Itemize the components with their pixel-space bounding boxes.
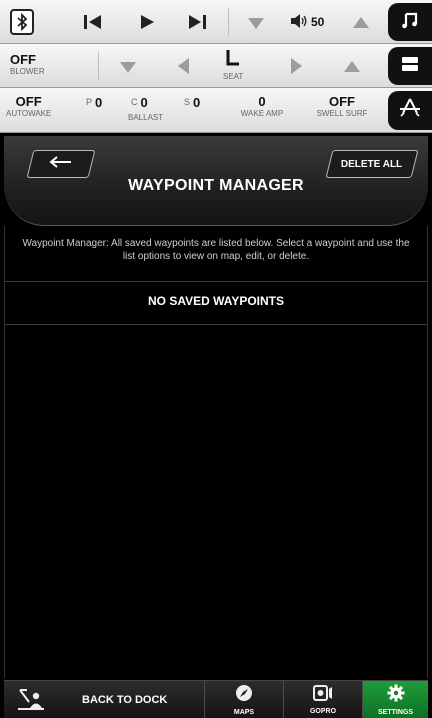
divider (4, 324, 428, 325)
back-to-dock-button[interactable]: BACK TO DOCK (4, 681, 204, 718)
blower-down-icon[interactable] (117, 58, 139, 76)
speaker-icon (289, 10, 309, 32)
divider (228, 8, 229, 36)
blower-up-icon[interactable] (341, 57, 363, 75)
wake-wave-icon (398, 97, 422, 124)
ballast-port[interactable]: P 0 (86, 94, 102, 110)
delete-all-label: DELETE ALL (341, 158, 403, 170)
maps-label: MAPS (233, 709, 255, 716)
back-to-dock-label: BACK TO DOCK (82, 694, 168, 706)
swell-surf-value: OFF (329, 94, 355, 109)
waypoint-description: Waypoint Manager: All saved waypoints ar… (22, 238, 410, 262)
gopro-tab[interactable]: GOPRO (284, 681, 362, 718)
blower-control[interactable]: OFF BLOWER (10, 52, 45, 76)
panel-icon (401, 56, 419, 77)
blower-value: OFF (10, 52, 36, 67)
ballast-starboard-value: 0 (193, 94, 201, 110)
divider (98, 52, 99, 80)
volume-up-icon[interactable] (350, 13, 372, 31)
autowake-label: AUTOWAKE (6, 109, 52, 118)
wake-amp-label: WAKE AMP (240, 109, 284, 118)
volume-level: 50 (311, 15, 325, 29)
swell-surf-label: SWELL SURF (316, 109, 368, 118)
wake-amp-value: 0 (258, 94, 266, 109)
seat-right-icon[interactable] (287, 56, 305, 76)
wake-amp-control[interactable]: 0 WAKE AMP (237, 94, 287, 118)
seat-left-icon[interactable] (174, 56, 192, 76)
blower-label: BLOWER (10, 67, 45, 76)
media-control-bar: 50 (0, 0, 432, 44)
ballast-starboard-prefix: S (184, 97, 191, 107)
settings-label: SETTINGS (377, 709, 413, 716)
previous-track-icon[interactable] (78, 10, 108, 34)
seat-control: SEAT (223, 49, 243, 81)
swell-surf-control[interactable]: OFF SWELL SURF (313, 94, 371, 118)
next-track-icon[interactable] (182, 10, 212, 34)
bluetooth-icon[interactable] (10, 9, 34, 35)
ballast-label: BALLAST (128, 113, 164, 122)
back-arrow-icon (49, 155, 73, 173)
gear-icon (387, 684, 405, 707)
divider (4, 281, 428, 282)
ballast-port-prefix: P (86, 97, 93, 107)
settings-tab[interactable]: SETTINGS (363, 681, 428, 718)
dock-icon (16, 687, 46, 716)
ballast-center-prefix: C (131, 97, 138, 107)
empty-waypoints-message: NO SAVED WAYPOINTS (147, 294, 285, 308)
autowake-value: OFF (15, 94, 42, 109)
bottom-nav: BACK TO DOCK MAPS GOPRO SETTINGS (4, 680, 428, 718)
compass-icon (235, 684, 253, 707)
music-tab[interactable] (388, 3, 432, 41)
music-note-icon (400, 10, 420, 35)
ballast-center-value: 0 (140, 94, 148, 110)
delete-all-button[interactable]: DELETE ALL (325, 150, 419, 178)
ballast-starboard[interactable]: S 0 (184, 94, 200, 110)
ballast-center[interactable]: C 0 (131, 94, 148, 110)
climate-control-bar: OFF BLOWER SEAT (0, 44, 432, 88)
frame-border (4, 226, 5, 678)
back-button[interactable] (26, 150, 96, 178)
ballast-port-value: 0 (95, 94, 103, 110)
wake-tab[interactable] (388, 91, 432, 130)
camera-icon (313, 685, 333, 706)
frame-border (427, 226, 428, 678)
play-icon[interactable] (132, 10, 162, 34)
panel-tab[interactable] (388, 47, 432, 85)
volume-down-icon[interactable] (245, 14, 267, 32)
wake-control-bar: OFF AUTOWAKE P 0 C 0 S 0 BALLAST 0 WAKE … (0, 88, 432, 133)
page-title: WAYPOINT MANAGER (128, 177, 304, 194)
gopro-label: GOPRO (309, 708, 337, 715)
autowake-control[interactable]: OFF AUTOWAKE (6, 94, 51, 118)
seat-icon (224, 49, 242, 72)
maps-tab[interactable]: MAPS (205, 681, 283, 718)
seat-label: SEAT (223, 72, 244, 81)
